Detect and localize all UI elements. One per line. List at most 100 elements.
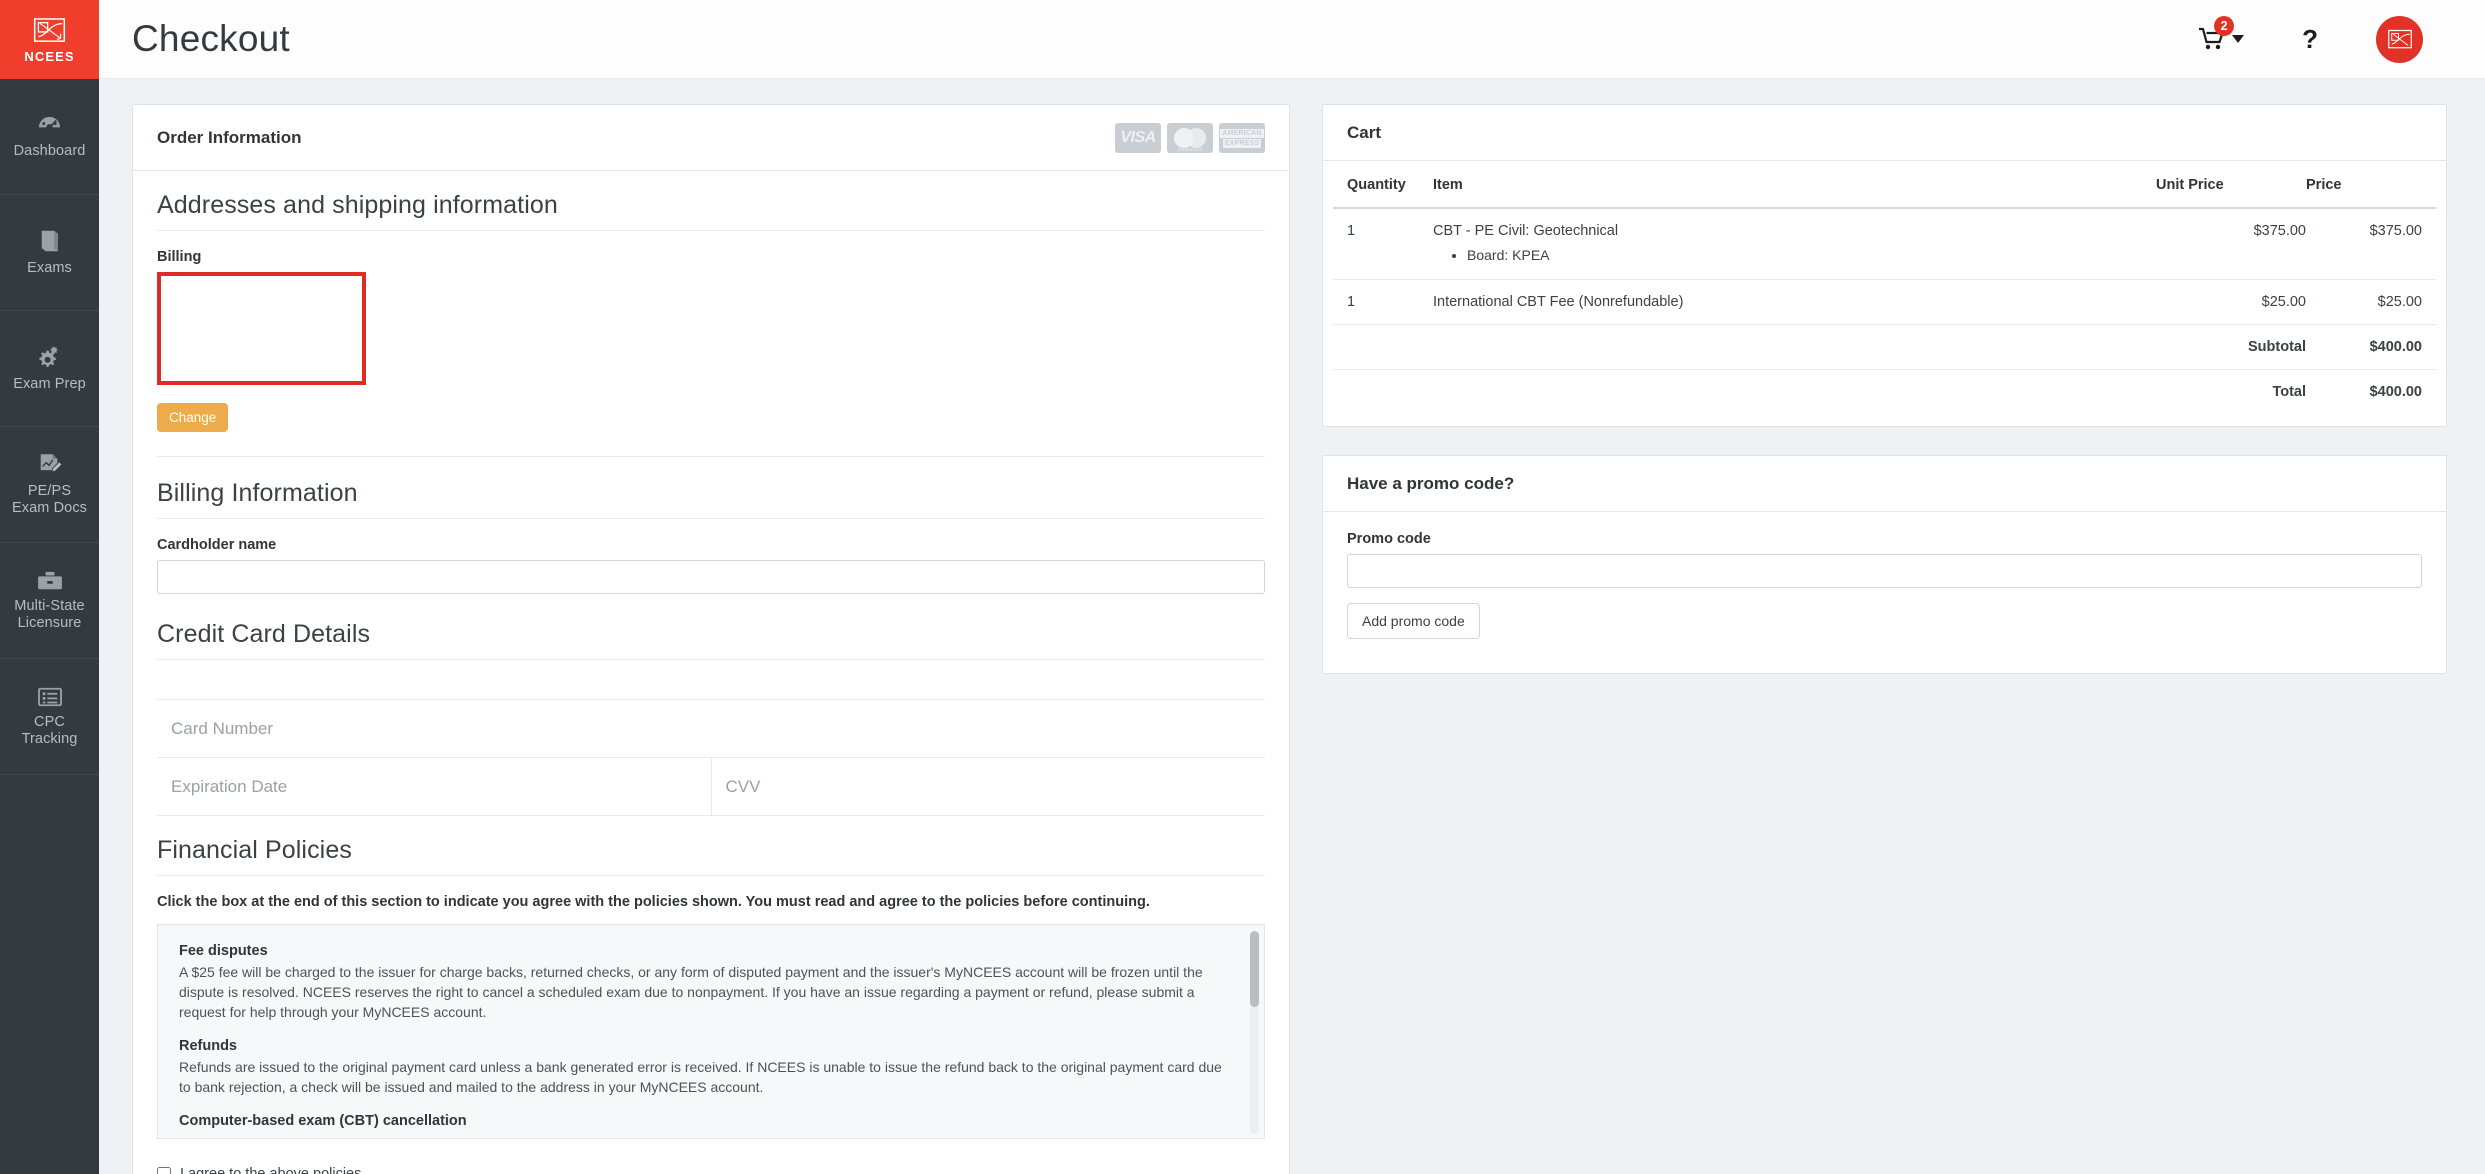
cart-badge-count: 2 — [2214, 16, 2235, 36]
total-row: Total $400.00 — [1333, 370, 2436, 415]
agree-policies-checkbox[interactable] — [157, 1167, 171, 1174]
financial-policies-scroll-box[interactable]: Fee disputes A $25 fee will be charged t… — [157, 924, 1265, 1139]
subtotal-row: Subtotal $400.00 — [1333, 324, 2436, 370]
cardholder-name-label: Cardholder name — [157, 537, 277, 553]
document-pencil-icon — [40, 454, 63, 473]
accepted-cards: VISA mastercard AMERICAN EXPRESS — [1115, 123, 1265, 153]
top-header: Checkout 2 ? — [99, 0, 2485, 79]
sidebar-item-label-line1: PE/PS — [27, 483, 72, 499]
dashboard-gauge-icon — [38, 116, 61, 131]
cell-item: International CBT Fee (Nonrefundable) — [1433, 279, 2156, 325]
sidebar-item-label: CPC Tracking — [22, 714, 78, 748]
cvv-input[interactable]: CVV — [712, 758, 1266, 815]
total-label: Total — [2272, 384, 2306, 400]
cart-menu-button[interactable]: 2 — [2198, 16, 2245, 51]
total-value: $400.00 — [2369, 384, 2422, 400]
subtotal-spacer2 — [1433, 324, 2156, 370]
sidebar-item-label-line2: Tracking — [21, 730, 78, 747]
cart-table: Quantity Item Unit Price Price 1 CBT - P… — [1333, 165, 2436, 414]
sidebar-item-multi-state-licensure[interactable]: Multi-State Licensure — [0, 543, 99, 659]
visa-card-icon: VISA — [1115, 123, 1161, 153]
expiration-date-input[interactable]: Expiration Date — [157, 758, 712, 815]
chevron-down-icon[interactable] — [2232, 35, 2245, 43]
promo-code-label: Promo code — [1347, 531, 1431, 547]
total-spacer — [1333, 370, 1433, 415]
sidebar-item-label-line2: Licensure — [17, 614, 82, 631]
mc-circle-right — [1186, 128, 1206, 148]
card-number-input[interactable]: Card Number — [157, 700, 1265, 757]
item-sub-entry: Board: KPEA — [1467, 245, 2156, 265]
order-information-title: Order Information — [157, 128, 302, 147]
change-address-button[interactable]: Change — [157, 403, 229, 432]
expiration-cvv-row: Expiration Date CVV — [157, 758, 1265, 816]
cart-table-head: Quantity Item Unit Price Price — [1333, 165, 2436, 209]
promo-card: Have a promo code? Promo code Add promo … — [1322, 455, 2447, 674]
column-header-price: Price — [2306, 165, 2436, 209]
sidebar-item-pe-ps-exam-docs[interactable]: PE/PS Exam Docs — [0, 427, 99, 543]
cell-price: $375.00 — [2306, 208, 2436, 280]
item-sub-list: Board: KPEA — [1467, 245, 2156, 265]
amex-card-icon: AMERICAN EXPRESS — [1219, 123, 1265, 153]
total-spacer2 — [1433, 370, 2156, 415]
book-icon — [40, 230, 58, 252]
user-avatar-ncees-icon — [2387, 29, 2412, 48]
divider — [157, 456, 1265, 457]
sidebar-item-exam-prep[interactable]: Exam Prep — [0, 311, 99, 427]
order-information-header: Order Information VISA mastercard AMERIC… — [133, 105, 1289, 171]
billing-address-box[interactable] — [157, 272, 366, 385]
policy-text: A $25 fee will be charged to the issuer … — [179, 964, 1203, 1020]
cart-body: Quantity Item Unit Price Price 1 CBT - P… — [1323, 161, 2446, 426]
sidebar-item-label: Exam Prep — [13, 376, 86, 392]
item-name: CBT - PE Civil: Geotechnical — [1433, 223, 1619, 239]
amex-label-line2: EXPRESS — [1222, 138, 1262, 148]
sidebar-item-label: PE/PS Exam Docs — [12, 483, 87, 517]
sidebar-item-label-line1: CPC — [34, 713, 65, 730]
column-header-quantity: Quantity — [1333, 165, 1433, 209]
subtotal-spacer — [1333, 324, 1433, 370]
brand-name: NCEES — [24, 48, 75, 64]
mastercard-card-icon: mastercard — [1167, 123, 1213, 153]
promo-body: Promo code Add promo code — [1323, 512, 2446, 673]
cart-header: Cart — [1323, 105, 2446, 161]
app-root: NCEES Dashboard Exams Exam Prep PE/PS Ex… — [0, 0, 2485, 1174]
table-row: 1 International CBT Fee (Nonrefundable) … — [1333, 279, 2436, 325]
avatar[interactable] — [2376, 15, 2423, 63]
sidebar-item-cpc-tracking[interactable]: CPC Tracking — [0, 659, 99, 775]
main-body: Order Information VISA mastercard AMERIC… — [99, 79, 2485, 1174]
policy-scrollbar-thumb[interactable] — [1250, 931, 1259, 1007]
order-information-body: Addresses and shipping information Billi… — [133, 171, 1289, 1174]
subtotal-label: Subtotal — [2156, 324, 2306, 370]
content-area: Checkout 2 ? Order Information VISA mast… — [99, 0, 2485, 1174]
policy-scrollbar-track[interactable] — [1250, 931, 1259, 1134]
list-icon — [37, 687, 62, 706]
policy-heading: Fee disputes — [179, 943, 268, 959]
cell-unit-price: $25.00 — [2156, 279, 2306, 325]
sidebar-item-label: Dashboard — [13, 142, 86, 159]
column-header-item: Item — [1433, 165, 2156, 209]
card-number-row: Card Number — [157, 700, 1265, 758]
add-promo-code-button[interactable]: Add promo code — [1347, 603, 1480, 639]
financial-policies-instruction: Click the box at the end of this section… — [157, 894, 1150, 910]
header-actions: 2 ? — [2198, 15, 2423, 63]
promo-header: Have a promo code? — [1323, 456, 2446, 512]
visa-label: VISA — [1120, 129, 1156, 146]
subtotal-value: $400.00 — [2306, 324, 2436, 370]
summary-column: Cart Quantity Item Unit Price Price 1 CB… — [1322, 104, 2447, 1174]
promo-title: Have a promo code? — [1347, 474, 1515, 493]
cell-quantity: 1 — [1333, 208, 1433, 280]
brand-logo[interactable]: NCEES — [0, 0, 99, 79]
cart-card: Cart Quantity Item Unit Price Price 1 CB… — [1322, 104, 2447, 427]
financial-policies-section-title: Financial Policies — [157, 836, 1265, 876]
credit-card-section-title: Credit Card Details — [157, 620, 1265, 660]
billing-label: Billing — [157, 249, 202, 265]
help-button[interactable]: ? — [2302, 24, 2318, 55]
promo-code-input[interactable] — [1347, 554, 2422, 588]
sidebar-item-label: Exams — [27, 260, 72, 276]
cardholder-name-input[interactable] — [157, 560, 1265, 594]
mastercard-label: mastercard — [1177, 147, 1203, 152]
sidebar-filler — [0, 775, 99, 1174]
sidebar-item-exams[interactable]: Exams — [0, 195, 99, 311]
credit-card-iframe-spacer — [157, 678, 1265, 700]
sidebar-item-dashboard[interactable]: Dashboard — [0, 79, 99, 195]
sidebar-item-label: Multi-State Licensure — [14, 598, 84, 632]
